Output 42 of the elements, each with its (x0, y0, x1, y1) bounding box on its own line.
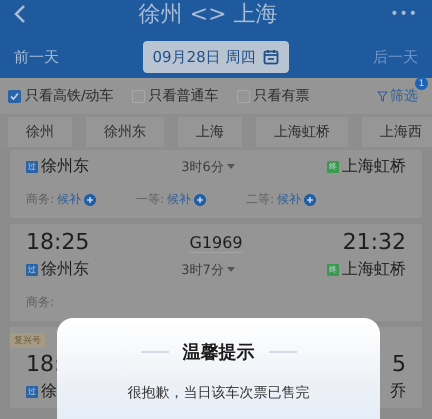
route-title: 徐州 <> 上海 (138, 1, 278, 29)
checkbox[interactable] (8, 90, 21, 102)
station-type-badge: 终 (326, 264, 339, 276)
plus-circle-icon[interactable] (84, 194, 96, 206)
count-badge: 1 (415, 77, 428, 90)
caret-icon (226, 267, 235, 272)
arrival-station: 上海虹桥 (342, 259, 406, 280)
more-button[interactable]: ••• (390, 6, 418, 22)
train-type-tag: 复兴号 (10, 333, 45, 348)
arrival-time: 5 (392, 352, 406, 377)
plus-circle-icon[interactable] (304, 194, 316, 206)
duration: 3时7分 (181, 262, 224, 278)
date-picker[interactable]: 09月28日 周四 (142, 41, 290, 73)
caret-icon (226, 164, 235, 169)
back-icon[interactable] (14, 4, 26, 24)
calendar-icon (263, 49, 280, 65)
station-type-badge: 终 (326, 160, 339, 172)
arrival-time: 21:32 (342, 230, 406, 255)
departure-time: 18:25 (26, 230, 90, 255)
departure-station: 徐州东 (41, 259, 89, 280)
filter-label[interactable]: 只看普通车 (148, 87, 219, 105)
filter-label[interactable]: 只看高铁/动车 (25, 87, 114, 105)
station-chip[interactable]: 上海虹桥 (256, 117, 348, 147)
departure-station: 徐 (41, 381, 57, 402)
station-chip[interactable]: 上海西 (362, 117, 432, 147)
arrival-station: 上海虹桥 (342, 156, 406, 177)
departure-station: 徐州东 (41, 156, 89, 177)
station-chip[interactable]: 徐州东 (86, 117, 164, 147)
train-number: G1969 (189, 232, 243, 252)
station-type-badge: 过 (26, 160, 38, 172)
plus-circle-icon[interactable] (194, 194, 206, 206)
arrival-station: 乔 (390, 381, 406, 402)
station-chip[interactable]: 上海 (178, 117, 242, 147)
station-chip[interactable]: 徐州 (8, 117, 72, 147)
funnel-icon (377, 90, 388, 102)
dialog-title: 温馨提示 (182, 341, 254, 364)
duration: 3时6分 (181, 158, 224, 176)
dialog-message: 很抱歉，当日该车次票已售完 (128, 384, 310, 402)
filter-label[interactable]: 只看有票 (254, 87, 310, 105)
station-type-badge: 过 (26, 386, 38, 398)
previous-day-button[interactable]: 前一天 (14, 48, 59, 66)
station-type-badge: 过 (26, 264, 38, 276)
